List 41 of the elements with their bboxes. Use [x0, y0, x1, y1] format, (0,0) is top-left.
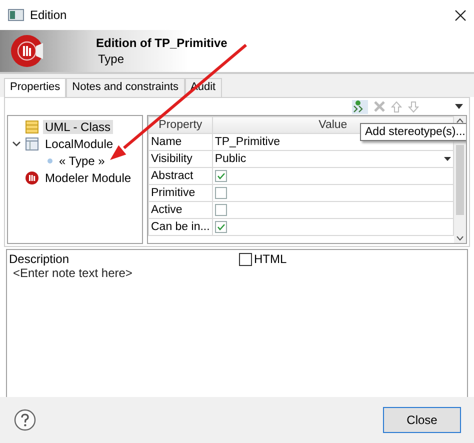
table-icon: [25, 136, 39, 150]
tree-item[interactable]: Modeler Module: [43, 170, 134, 184]
dialog-title: Edition of TP_Primitive: [96, 36, 228, 50]
property-cell: Active: [148, 202, 212, 218]
property-cell: Abstract: [148, 168, 212, 184]
modeler-logo-icon: [25, 170, 39, 184]
checkbox-label: HTML: [254, 252, 287, 266]
checkbox[interactable]: [214, 204, 227, 216]
expand-chevron-icon[interactable]: [12, 139, 21, 148]
close-button[interactable]: Close: [383, 407, 461, 433]
tree-item[interactable]: « Type »: [57, 154, 107, 168]
window-icon: [8, 9, 24, 21]
description-label: Description: [9, 252, 70, 266]
property-cell: Visibility: [148, 150, 212, 168]
checkbox[interactable]: [214, 186, 227, 199]
column-header[interactable]: Property: [148, 116, 212, 134]
scroll-down-icon[interactable]: [456, 236, 464, 241]
dropdown-caret-icon: [444, 157, 451, 161]
scroll-thumb[interactable]: [456, 144, 464, 214]
class-icon: [25, 120, 39, 134]
property-cell: Primitive: [148, 184, 212, 202]
close-icon[interactable]: [455, 10, 466, 20]
property-cell: Name: [148, 134, 212, 150]
dot-icon: [47, 158, 53, 164]
checkbox[interactable]: [214, 220, 227, 233]
visibility-dropdown[interactable]: Public: [212, 150, 454, 168]
tooltip: Add stereotype(s)...: [360, 123, 466, 141]
help-icon[interactable]: [14, 409, 36, 431]
menu-caret-icon[interactable]: [455, 104, 463, 109]
tab[interactable]: Properties: [4, 78, 66, 97]
scroll-up-icon[interactable]: [456, 118, 464, 123]
checkbox[interactable]: [214, 170, 227, 182]
tree-item[interactable]: UML - Class: [43, 120, 113, 134]
checkbox[interactable]: [239, 252, 252, 266]
window-title: Edition: [30, 8, 67, 22]
tree-item[interactable]: LocalModule: [43, 136, 116, 150]
modeler-logo-icon: [10, 34, 44, 68]
property-cell: Can be in...: [148, 218, 212, 236]
dialog-subtitle: Type: [98, 52, 126, 66]
add-stereotype-icon[interactable]: [352, 100, 368, 114]
tab[interactable]: Notes and constraints: [66, 78, 185, 97]
